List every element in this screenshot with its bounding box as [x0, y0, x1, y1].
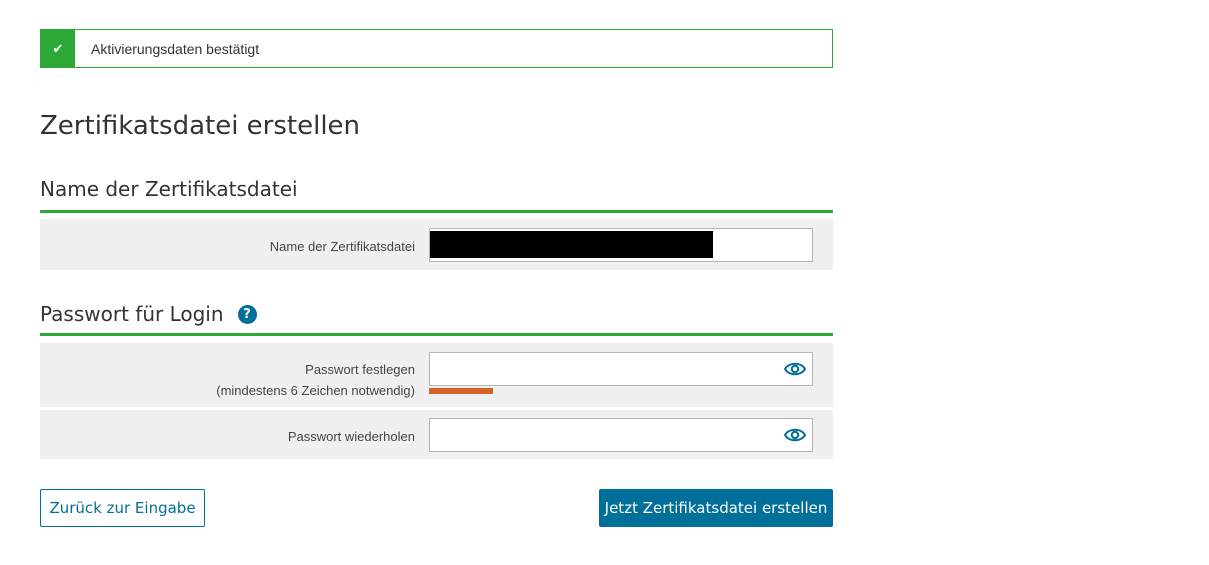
- password-set-hint: (mindestens 6 Zeichen notwendig): [216, 383, 415, 398]
- section-divider: [40, 210, 833, 213]
- filename-input[interactable]: [429, 228, 813, 262]
- password-strength-bar: [429, 388, 493, 394]
- eye-icon[interactable]: [784, 360, 806, 378]
- page-title: Zertifikatsdatei erstellen: [40, 111, 361, 141]
- success-alert: ✔ Aktivierungsdaten bestätigt: [40, 29, 833, 68]
- section-title-password: Passwort für Login ?: [40, 302, 833, 326]
- back-button[interactable]: Zurück zur Eingabe: [40, 489, 205, 527]
- filename-row: Name der Zertifikatsdatei: [40, 219, 833, 270]
- password-repeat-row: Passwort wiederholen: [40, 410, 833, 459]
- section-title-password-text: Passwort für Login: [40, 302, 224, 326]
- question-icon[interactable]: ?: [237, 304, 257, 324]
- eye-icon[interactable]: [784, 426, 806, 444]
- password-repeat-label: Passwort wiederholen: [287, 429, 415, 444]
- redacted-value: [430, 231, 713, 258]
- section-title-filename-text: Name der Zertifikatsdatei: [40, 177, 298, 201]
- create-certificate-button[interactable]: Jetzt Zertifikatsdatei erstellen: [599, 489, 833, 527]
- password-repeat-input[interactable]: [429, 418, 813, 452]
- alert-message: Aktivierungsdaten bestätigt: [91, 40, 260, 57]
- checkmark-icon: ✔: [41, 30, 75, 67]
- password-set-input[interactable]: [429, 352, 813, 386]
- password-set-label: Passwort festlegen: [305, 362, 415, 377]
- section-divider: [40, 333, 833, 336]
- filename-label: Name der Zertifikatsdatei: [269, 239, 415, 254]
- password-set-row: Passwort festlegen (mindestens 6 Zeichen…: [40, 343, 833, 407]
- section-title-filename: Name der Zertifikatsdatei: [40, 177, 833, 201]
